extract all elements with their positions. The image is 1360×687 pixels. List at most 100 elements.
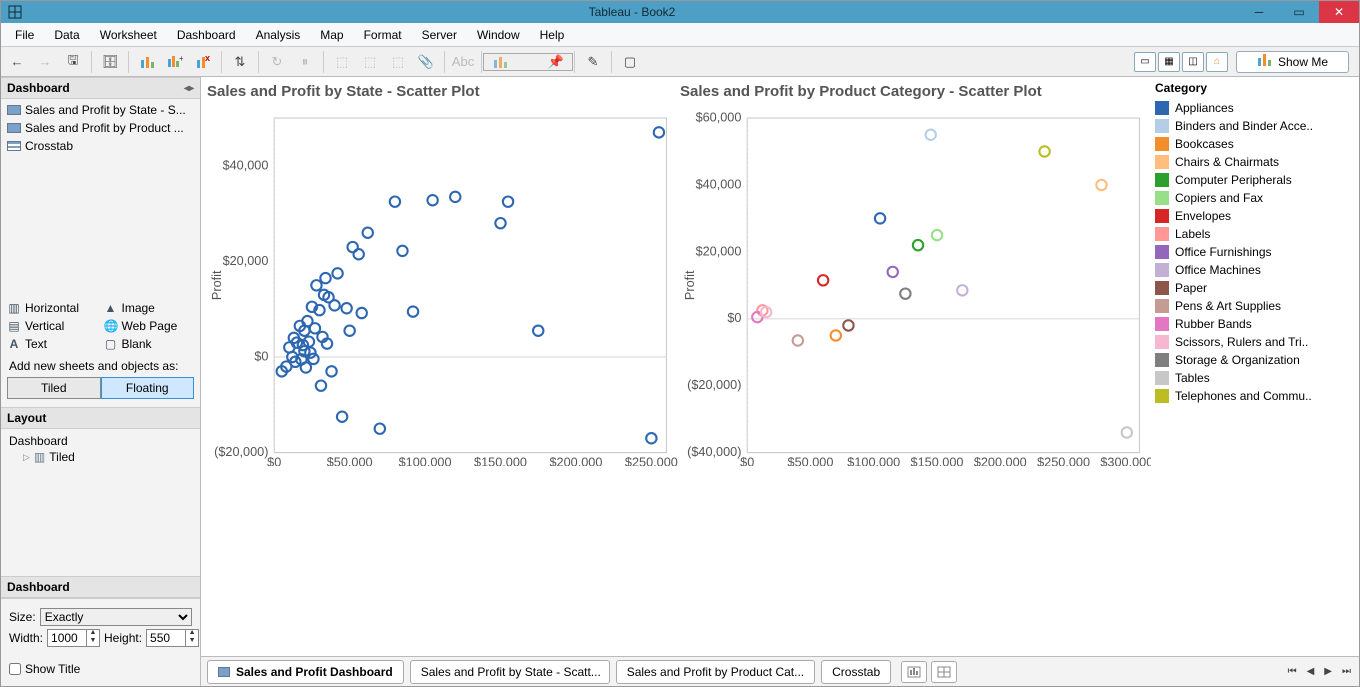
obj-image[interactable]: ▲Image: [104, 301, 195, 315]
tab-dashboard[interactable]: Sales and Profit Dashboard: [207, 660, 404, 684]
width-stepper[interactable]: ▲▼: [47, 629, 100, 647]
legend-item[interactable]: Office Machines: [1155, 261, 1347, 279]
window-close[interactable]: ✕: [1319, 1, 1359, 23]
scatter-right[interactable]: $0$50,000$100,000$150,000$200,000$250,00…: [678, 104, 1151, 466]
toolbar-refresh-icon[interactable]: ↻: [265, 50, 289, 74]
grid-toggle-icon[interactable]: ▦: [1158, 52, 1180, 72]
toolbar-save-icon[interactable]: 🖫: [61, 50, 85, 74]
worksheet-tab[interactable]: Sales and Profit by Product Cat...: [616, 660, 815, 684]
window-minimize[interactable]: ─: [1239, 1, 1279, 23]
menu-dashboard[interactable]: Dashboard: [167, 25, 246, 45]
toolbar-presentation-icon[interactable]: ▢: [618, 50, 642, 74]
nav-prev-icon: ◀: [1305, 664, 1317, 679]
legend-item[interactable]: Pens & Art Supplies: [1155, 297, 1347, 315]
svg-text:$150,000: $150,000: [911, 455, 964, 466]
toolbar-back[interactable]: ←: [5, 50, 29, 74]
toolbar-pin-icon[interactable]: 📎: [414, 50, 438, 74]
height-label: Height:: [104, 631, 142, 645]
menu-worksheet[interactable]: Worksheet: [90, 25, 167, 45]
svg-text:$300,000: $300,000: [1100, 455, 1151, 466]
toolbar-pause-icon[interactable]: ⏸: [293, 50, 317, 74]
legend-item[interactable]: Computer Peripherals: [1155, 171, 1347, 189]
toolbar-new-sheet-icon[interactable]: [135, 50, 159, 74]
menu-map[interactable]: Map: [310, 25, 353, 45]
tab-nav-arrows[interactable]: ⏮◀▶⏭: [1286, 664, 1353, 679]
menu-server[interactable]: Server: [412, 25, 467, 45]
horizontal-icon: ▥: [7, 301, 21, 315]
legend-item[interactable]: Bookcases: [1155, 135, 1347, 153]
toolbar-forward[interactable]: →: [33, 50, 57, 74]
worksheet-tab[interactable]: Crosstab: [821, 660, 891, 684]
toolbar-clear-icon[interactable]: x: [191, 50, 215, 74]
sheet-item[interactable]: Crosstab: [1, 137, 200, 155]
home-icon[interactable]: ⌂: [1206, 52, 1228, 72]
floating-button[interactable]: Floating: [101, 377, 195, 399]
worksheet-tab[interactable]: Sales and Profit by State - Scatt...: [410, 660, 610, 684]
toolbar-fit-select[interactable]: [516, 50, 540, 74]
toolbar-group-icon[interactable]: ⬚: [386, 50, 410, 74]
layout-root[interactable]: Dashboard: [9, 433, 192, 449]
svg-text:$60,000: $60,000: [696, 110, 742, 124]
cards-toggle-icon[interactable]: ▭: [1134, 52, 1156, 72]
obj-webpage[interactable]: 🌐Web Page: [104, 319, 195, 333]
toolbar-duplicate-icon[interactable]: +: [163, 50, 187, 74]
layout-tree: Dashboard ▷ ▥ Tiled: [1, 429, 200, 576]
sheet-item[interactable]: Sales and Profit by State - S...: [1, 101, 200, 119]
sheet-item[interactable]: Sales and Profit by Product ...: [1, 119, 200, 137]
legend-swatch: [1155, 101, 1169, 115]
legend-item[interactable]: Binders and Binder Acce..: [1155, 117, 1347, 135]
width-label: Width:: [9, 631, 43, 645]
legend-item[interactable]: Labels: [1155, 225, 1347, 243]
legend-item[interactable]: Rubber Bands: [1155, 315, 1347, 333]
new-worksheet-tab-icon[interactable]: [901, 661, 927, 683]
legend-swatch: [1155, 353, 1169, 367]
width-input[interactable]: [48, 630, 86, 646]
size-select[interactable]: Exactly: [40, 608, 192, 626]
legend-item[interactable]: Telephones and Commu..: [1155, 387, 1347, 405]
legend-swatch: [1155, 155, 1169, 169]
toolbar-swap-icon[interactable]: ⇅: [228, 50, 252, 74]
obj-vertical[interactable]: ▤Vertical: [7, 319, 98, 333]
legend-item[interactable]: Paper: [1155, 279, 1347, 297]
collapse-icon[interactable]: ◂▸: [184, 83, 194, 94]
menu-file[interactable]: File: [5, 25, 44, 45]
sheet-icon: [7, 123, 21, 133]
show-title-checkbox[interactable]: Show Title: [1, 656, 200, 686]
legend-item[interactable]: Chairs & Chairmats: [1155, 153, 1347, 171]
toolbar-datasource-icon[interactable]: 🗄: [98, 50, 122, 74]
tiled-button[interactable]: Tiled: [7, 377, 101, 399]
blank-icon: ▢: [104, 337, 118, 351]
left-sidebar: Dashboard ◂▸ Sales and Profit by State -…: [1, 77, 201, 686]
toolbar-sort-desc-icon[interactable]: ⬚: [358, 50, 382, 74]
new-dashboard-tab-icon[interactable]: [931, 661, 957, 683]
legend-item[interactable]: Storage & Organization: [1155, 351, 1347, 369]
sidebyside-icon[interactable]: ◫: [1182, 52, 1204, 72]
obj-blank[interactable]: ▢Blank: [104, 337, 195, 351]
menu-analysis[interactable]: Analysis: [246, 25, 311, 45]
legend-item[interactable]: Office Furnishings: [1155, 243, 1347, 261]
menu-format[interactable]: Format: [354, 25, 412, 45]
legend-item[interactable]: Scissors, Rulers and Tri..: [1155, 333, 1347, 351]
toolbar-pushpin-icon[interactable]: 📌: [544, 50, 568, 74]
toolbar-highlight-icon[interactable]: ✎: [581, 50, 605, 74]
toolbar-sort-asc-icon[interactable]: ⬚: [330, 50, 354, 74]
scatter-left[interactable]: $0$50,000$100,000$150,000$200,000$250,00…: [205, 104, 678, 466]
legend-item[interactable]: Tables: [1155, 369, 1347, 387]
height-input[interactable]: [147, 630, 185, 646]
menu-help[interactable]: Help: [530, 25, 575, 45]
show-me-button[interactable]: Show Me: [1236, 51, 1349, 73]
svg-text:$20,000: $20,000: [696, 244, 742, 258]
dashboard-objects: ▥Horizontal ▲Image ▤Vertical 🌐Web Page A…: [1, 297, 200, 355]
layout-tiled[interactable]: ▷ ▥ Tiled: [9, 449, 192, 465]
height-stepper[interactable]: ▲▼: [146, 629, 199, 647]
menu-data[interactable]: Data: [44, 25, 89, 45]
toolbar-abc-icon[interactable]: Abc: [451, 50, 475, 74]
window-maximize[interactable]: ▭: [1279, 1, 1319, 23]
legend-item[interactable]: Copiers and Fax: [1155, 189, 1347, 207]
main-toolbar: ← → 🖫 🗄 + x ⇅ ↻ ⏸ ⬚ ⬚ ⬚ 📎 Abc 📌 ✎ ▢ ▭ ▦ …: [1, 47, 1359, 77]
legend-item[interactable]: Envelopes: [1155, 207, 1347, 225]
menu-window[interactable]: Window: [467, 25, 530, 45]
obj-horizontal[interactable]: ▥Horizontal: [7, 301, 98, 315]
legend-item[interactable]: Appliances: [1155, 99, 1347, 117]
obj-text[interactable]: AText: [7, 337, 98, 351]
